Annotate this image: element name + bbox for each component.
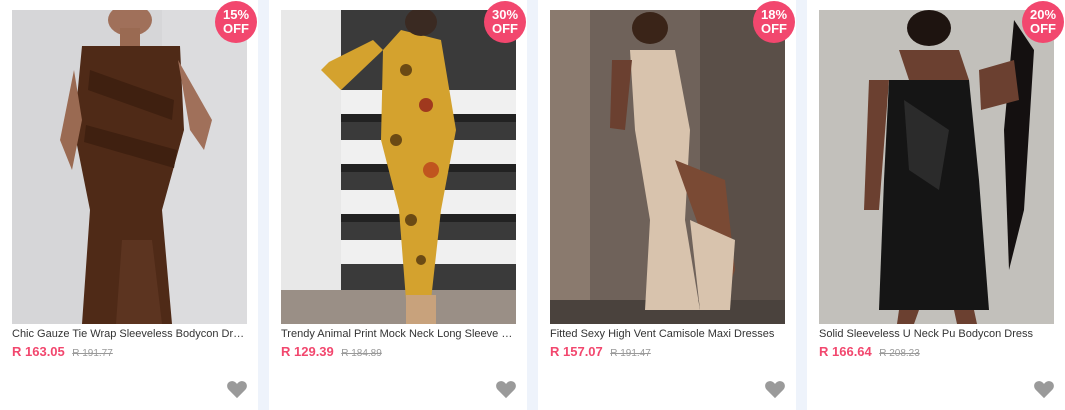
price-row: R 166.64 R 208.23 — [819, 343, 920, 361]
product-title[interactable]: Trendy Animal Print Mock Neck Long Sleev… — [281, 328, 517, 340]
product-title[interactable]: Solid Sleeveless U Neck Pu Bodycon Dress — [819, 328, 1055, 340]
product-image[interactable] — [819, 10, 1054, 324]
heart-icon[interactable] — [226, 379, 248, 399]
product-image[interactable] — [12, 10, 247, 324]
discount-badge: 30% OFF — [484, 1, 526, 43]
discount-suffix: OFF — [1030, 21, 1056, 36]
product-title[interactable]: Fitted Sexy High Vent Camisole Maxi Dres… — [550, 328, 786, 340]
original-price: R 191.47 — [610, 348, 651, 359]
current-price: R 163.05 — [12, 344, 65, 359]
original-price: R 208.23 — [879, 348, 920, 359]
discount-percent: 18% — [760, 7, 788, 22]
discount-percent: 20% — [1029, 7, 1057, 22]
product-card[interactable]: 30% OFF Trendy Animal Print Mock Neck Lo… — [269, 0, 527, 410]
discount-badge: 20% OFF — [1022, 1, 1064, 43]
current-price: R 166.64 — [819, 344, 872, 359]
discount-suffix: OFF — [223, 21, 249, 36]
original-price: R 184.89 — [341, 348, 382, 359]
product-title[interactable]: Chic Gauze Tie Wrap Sleeveless Bodycon D… — [12, 328, 248, 340]
price-row: R 163.05 R 191.77 — [12, 343, 113, 361]
heart-icon[interactable] — [764, 379, 786, 399]
heart-icon[interactable] — [1033, 379, 1055, 399]
discount-badge: 15% OFF — [215, 1, 257, 43]
price-row: R 157.07 R 191.47 — [550, 343, 651, 361]
discount-badge: 18% OFF — [753, 1, 795, 43]
product-card[interactable]: 15% OFF Chic Gauze Tie Wrap Sleeveless B… — [0, 0, 258, 410]
product-grid: 15% OFF Chic Gauze Tie Wrap Sleeveless B… — [0, 0, 1065, 410]
original-price: R 191.77 — [72, 348, 113, 359]
product-image[interactable] — [550, 10, 785, 324]
product-card[interactable]: 18% OFF Fitted Sexy High Vent Camisole M… — [538, 0, 796, 410]
discount-suffix: OFF — [492, 21, 518, 36]
current-price: R 157.07 — [550, 344, 603, 359]
product-card[interactable]: 20% OFF Solid Sleeveless U Neck Pu Bodyc… — [807, 0, 1065, 410]
discount-percent: 30% — [491, 7, 519, 22]
heart-icon[interactable] — [495, 379, 517, 399]
discount-suffix: OFF — [761, 21, 787, 36]
discount-percent: 15% — [222, 7, 250, 22]
product-image[interactable] — [281, 10, 516, 324]
price-row: R 129.39 R 184.89 — [281, 343, 382, 361]
current-price: R 129.39 — [281, 344, 334, 359]
